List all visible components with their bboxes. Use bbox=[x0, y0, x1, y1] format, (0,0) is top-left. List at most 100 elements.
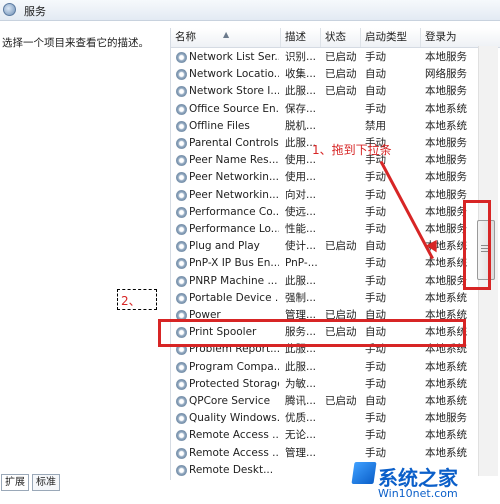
service-gear-icon bbox=[176, 361, 187, 373]
service-description: 脱机... bbox=[285, 119, 317, 132]
service-name: Performance Co... bbox=[189, 205, 279, 218]
service-row[interactable]: Peer Networkin... 向对... 手动 本地服务 bbox=[171, 187, 500, 204]
service-status bbox=[325, 101, 361, 118]
service-row[interactable]: Performance Co... 使远... 手动 本地服务 bbox=[171, 204, 500, 221]
service-status: 已启动 bbox=[325, 395, 357, 407]
column-header-status[interactable]: 状态 bbox=[321, 28, 361, 47]
service-name: Performance Lo... bbox=[189, 223, 279, 235]
service-status: 已启动 bbox=[325, 51, 357, 63]
service-row[interactable]: QPCore Service 腾讯... 已启动 自动 本地系统 bbox=[171, 393, 500, 410]
service-logon-as: 本地系统 bbox=[425, 119, 467, 132]
window-title: 服务 bbox=[24, 5, 46, 18]
service-row[interactable]: Quality Windows... 优质... 手动 本地服务 bbox=[171, 410, 500, 427]
service-row[interactable]: Network Locatio... 收集... 已启动 自动 网络服务 bbox=[171, 66, 500, 83]
service-description: 此服... bbox=[285, 85, 317, 98]
service-name: Parental Controls bbox=[189, 137, 279, 149]
service-name: QPCore Service bbox=[189, 395, 271, 407]
service-description: 无论... bbox=[285, 429, 317, 442]
service-startup-type: 手动 bbox=[365, 102, 386, 115]
service-name: Plug and Play bbox=[189, 240, 260, 253]
service-row[interactable]: Network Store I... 此服... 已启动 自动 本地服务 bbox=[171, 83, 500, 100]
service-name: Remote Access ... bbox=[189, 429, 279, 442]
watermark-logo-icon bbox=[351, 462, 377, 484]
tab-standard[interactable]: 标准 bbox=[32, 474, 60, 491]
service-row[interactable]: Peer Networkin... 使用... 手动 本地服务 bbox=[171, 169, 500, 186]
print-spooler-highlight-box bbox=[158, 319, 466, 347]
service-name: Peer Networkin... bbox=[189, 171, 279, 184]
service-status bbox=[325, 290, 361, 307]
service-description: 为敏... bbox=[285, 377, 317, 390]
service-description: 收集... bbox=[285, 68, 317, 81]
annotation-step1: 1、拖到下拉条 bbox=[312, 143, 392, 157]
service-status: 已启动 bbox=[325, 68, 357, 81]
service-name: Remote Deskt... bbox=[189, 463, 274, 476]
service-row[interactable]: Remote Access ... 管理... 手动 本地系统 bbox=[171, 445, 500, 462]
service-status bbox=[325, 118, 361, 135]
annotation-step2: 2、 bbox=[121, 294, 141, 308]
service-logon-as: 本地服务 bbox=[425, 412, 467, 425]
service-gear-icon bbox=[176, 155, 187, 167]
service-gear-icon bbox=[176, 413, 187, 425]
service-gear-icon bbox=[176, 396, 187, 407]
service-row[interactable]: Offline Files 脱机... 禁用 本地系统 bbox=[171, 118, 500, 135]
service-row[interactable]: Portable Device ... 强制... 手动 本地系统 bbox=[171, 290, 500, 307]
service-gear-icon bbox=[176, 241, 187, 253]
service-row[interactable]: Program Compa... 此服... 手动 本地系统 bbox=[171, 359, 500, 376]
service-logon-as: 本地系统 bbox=[425, 446, 467, 459]
service-startup-type: 手动 bbox=[365, 446, 386, 459]
service-logon-as: 本地服务 bbox=[425, 137, 467, 149]
service-description: 此服... bbox=[285, 360, 317, 373]
sort-ascending-icon: ▲ bbox=[223, 30, 230, 39]
service-name: PNRP Machine ... bbox=[189, 274, 278, 287]
service-gear-icon bbox=[176, 275, 187, 287]
service-row[interactable]: Remote Access ... 无论... 手动 本地系统 bbox=[171, 427, 500, 444]
service-row[interactable]: Network List Ser... 识别... 已启动 手动 本地服务 bbox=[171, 49, 500, 66]
service-description: 此服... bbox=[285, 274, 317, 287]
service-row[interactable]: PNRP Machine ... 此服... 手动 本地服务 bbox=[171, 273, 500, 290]
service-description: 强制... bbox=[285, 291, 317, 304]
service-description: 管理... bbox=[285, 446, 317, 459]
description-panel-text: 选择一个项目来查看它的描述。 bbox=[2, 37, 149, 49]
column-header-name[interactable]: 名称 ▲ bbox=[171, 28, 281, 47]
service-logon-as: 网络服务 bbox=[425, 68, 467, 81]
service-description: 识别... bbox=[285, 51, 317, 63]
service-startup-type: 禁用 bbox=[365, 119, 386, 132]
service-gear-icon bbox=[176, 206, 187, 218]
services-list[interactable]: 名称 ▲ 描述 状态 启动类型 登录为 Network List Ser... 识… bbox=[170, 28, 500, 480]
service-status bbox=[325, 187, 361, 204]
column-header-startup-type[interactable]: 启动类型 bbox=[361, 28, 421, 47]
service-status bbox=[325, 273, 361, 290]
column-header-logon-as[interactable]: 登录为 bbox=[421, 28, 500, 47]
service-gear-icon bbox=[176, 258, 187, 270]
service-startup-type: 手动 bbox=[365, 51, 386, 63]
service-description: 使计... bbox=[285, 240, 317, 253]
service-logon-as: 本地服务 bbox=[425, 171, 467, 184]
service-startup-type: 手动 bbox=[365, 360, 386, 373]
service-gear-icon bbox=[176, 138, 187, 149]
service-row[interactable]: Plug and Play 使计... 已启动 自动 本地系统 bbox=[171, 238, 500, 255]
service-gear-icon bbox=[176, 447, 187, 459]
tab-extended[interactable]: 扩展 bbox=[1, 474, 29, 491]
service-gear-icon bbox=[176, 464, 187, 476]
service-description: 腾讯... bbox=[285, 395, 317, 407]
service-row[interactable]: Office Source En... 保存... 手动 本地系统 bbox=[171, 101, 500, 118]
column-header-name-label: 名称 bbox=[175, 31, 196, 43]
service-gear-icon bbox=[176, 103, 187, 115]
service-startup-type: 自动 bbox=[365, 85, 386, 98]
service-row[interactable]: Performance Lo... 性能... 手动 本地服务 bbox=[171, 221, 500, 238]
service-row[interactable]: PnP-X IP Bus En... PnP-... 手动 本地系统 bbox=[171, 255, 500, 272]
service-startup-type: 手动 bbox=[365, 223, 386, 235]
service-gear-icon bbox=[176, 172, 187, 184]
service-name: Offline Files bbox=[189, 119, 250, 132]
service-startup-type: 手动 bbox=[365, 377, 386, 390]
service-logon-as: 本地系统 bbox=[425, 291, 467, 304]
service-status bbox=[325, 359, 361, 376]
service-logon-as: 本地服务 bbox=[425, 85, 467, 98]
service-status: 已启动 bbox=[325, 240, 357, 253]
service-startup-type: 手动 bbox=[365, 412, 386, 425]
column-header-description[interactable]: 描述 bbox=[281, 28, 321, 47]
service-gear-icon bbox=[176, 86, 187, 98]
service-row[interactable]: Protected Storage 为敏... 手动 本地系统 bbox=[171, 376, 500, 393]
service-name: Portable Device ... bbox=[189, 291, 279, 304]
service-gear-icon bbox=[176, 292, 187, 304]
